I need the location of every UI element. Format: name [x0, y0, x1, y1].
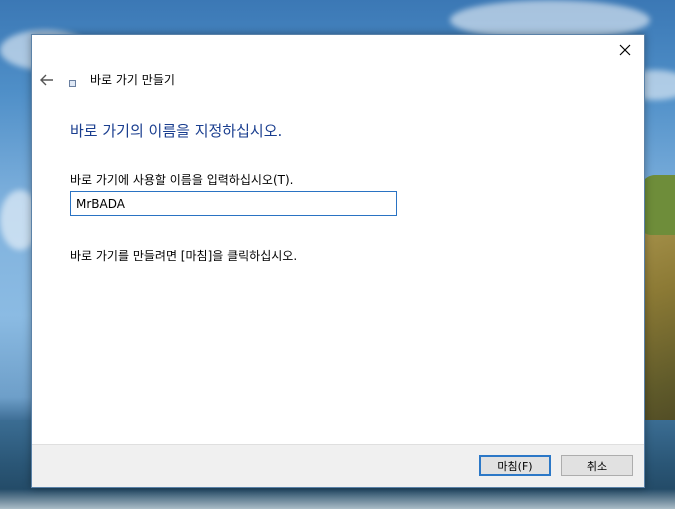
back-button[interactable]: [39, 72, 55, 88]
finish-hint: 바로 가기를 만들려면 [마침]을 클릭하십시오.: [70, 249, 298, 263]
back-arrow-icon: [40, 74, 53, 86]
close-icon: [619, 44, 631, 56]
page-heading: 바로 가기의 이름을 지정하십시오.: [70, 122, 283, 140]
shortcut-wizard-icon: [69, 80, 76, 87]
create-shortcut-dialog: 바로 가기 만들기 바로 가기의 이름을 지정하십시오. 바로 가기에 사용할 …: [31, 34, 645, 488]
wizard-title: 바로 가기 만들기: [90, 73, 175, 87]
name-field-label: 바로 가기에 사용할 이름을 입력하십시오(T).: [70, 173, 294, 187]
sea-foam: [0, 489, 675, 509]
shortcut-name-input[interactable]: [70, 191, 397, 216]
button-bar: 마침(F) 취소: [32, 444, 644, 487]
close-button[interactable]: [610, 37, 640, 63]
finish-button[interactable]: 마침(F): [479, 455, 551, 476]
cancel-button[interactable]: 취소: [561, 455, 633, 476]
